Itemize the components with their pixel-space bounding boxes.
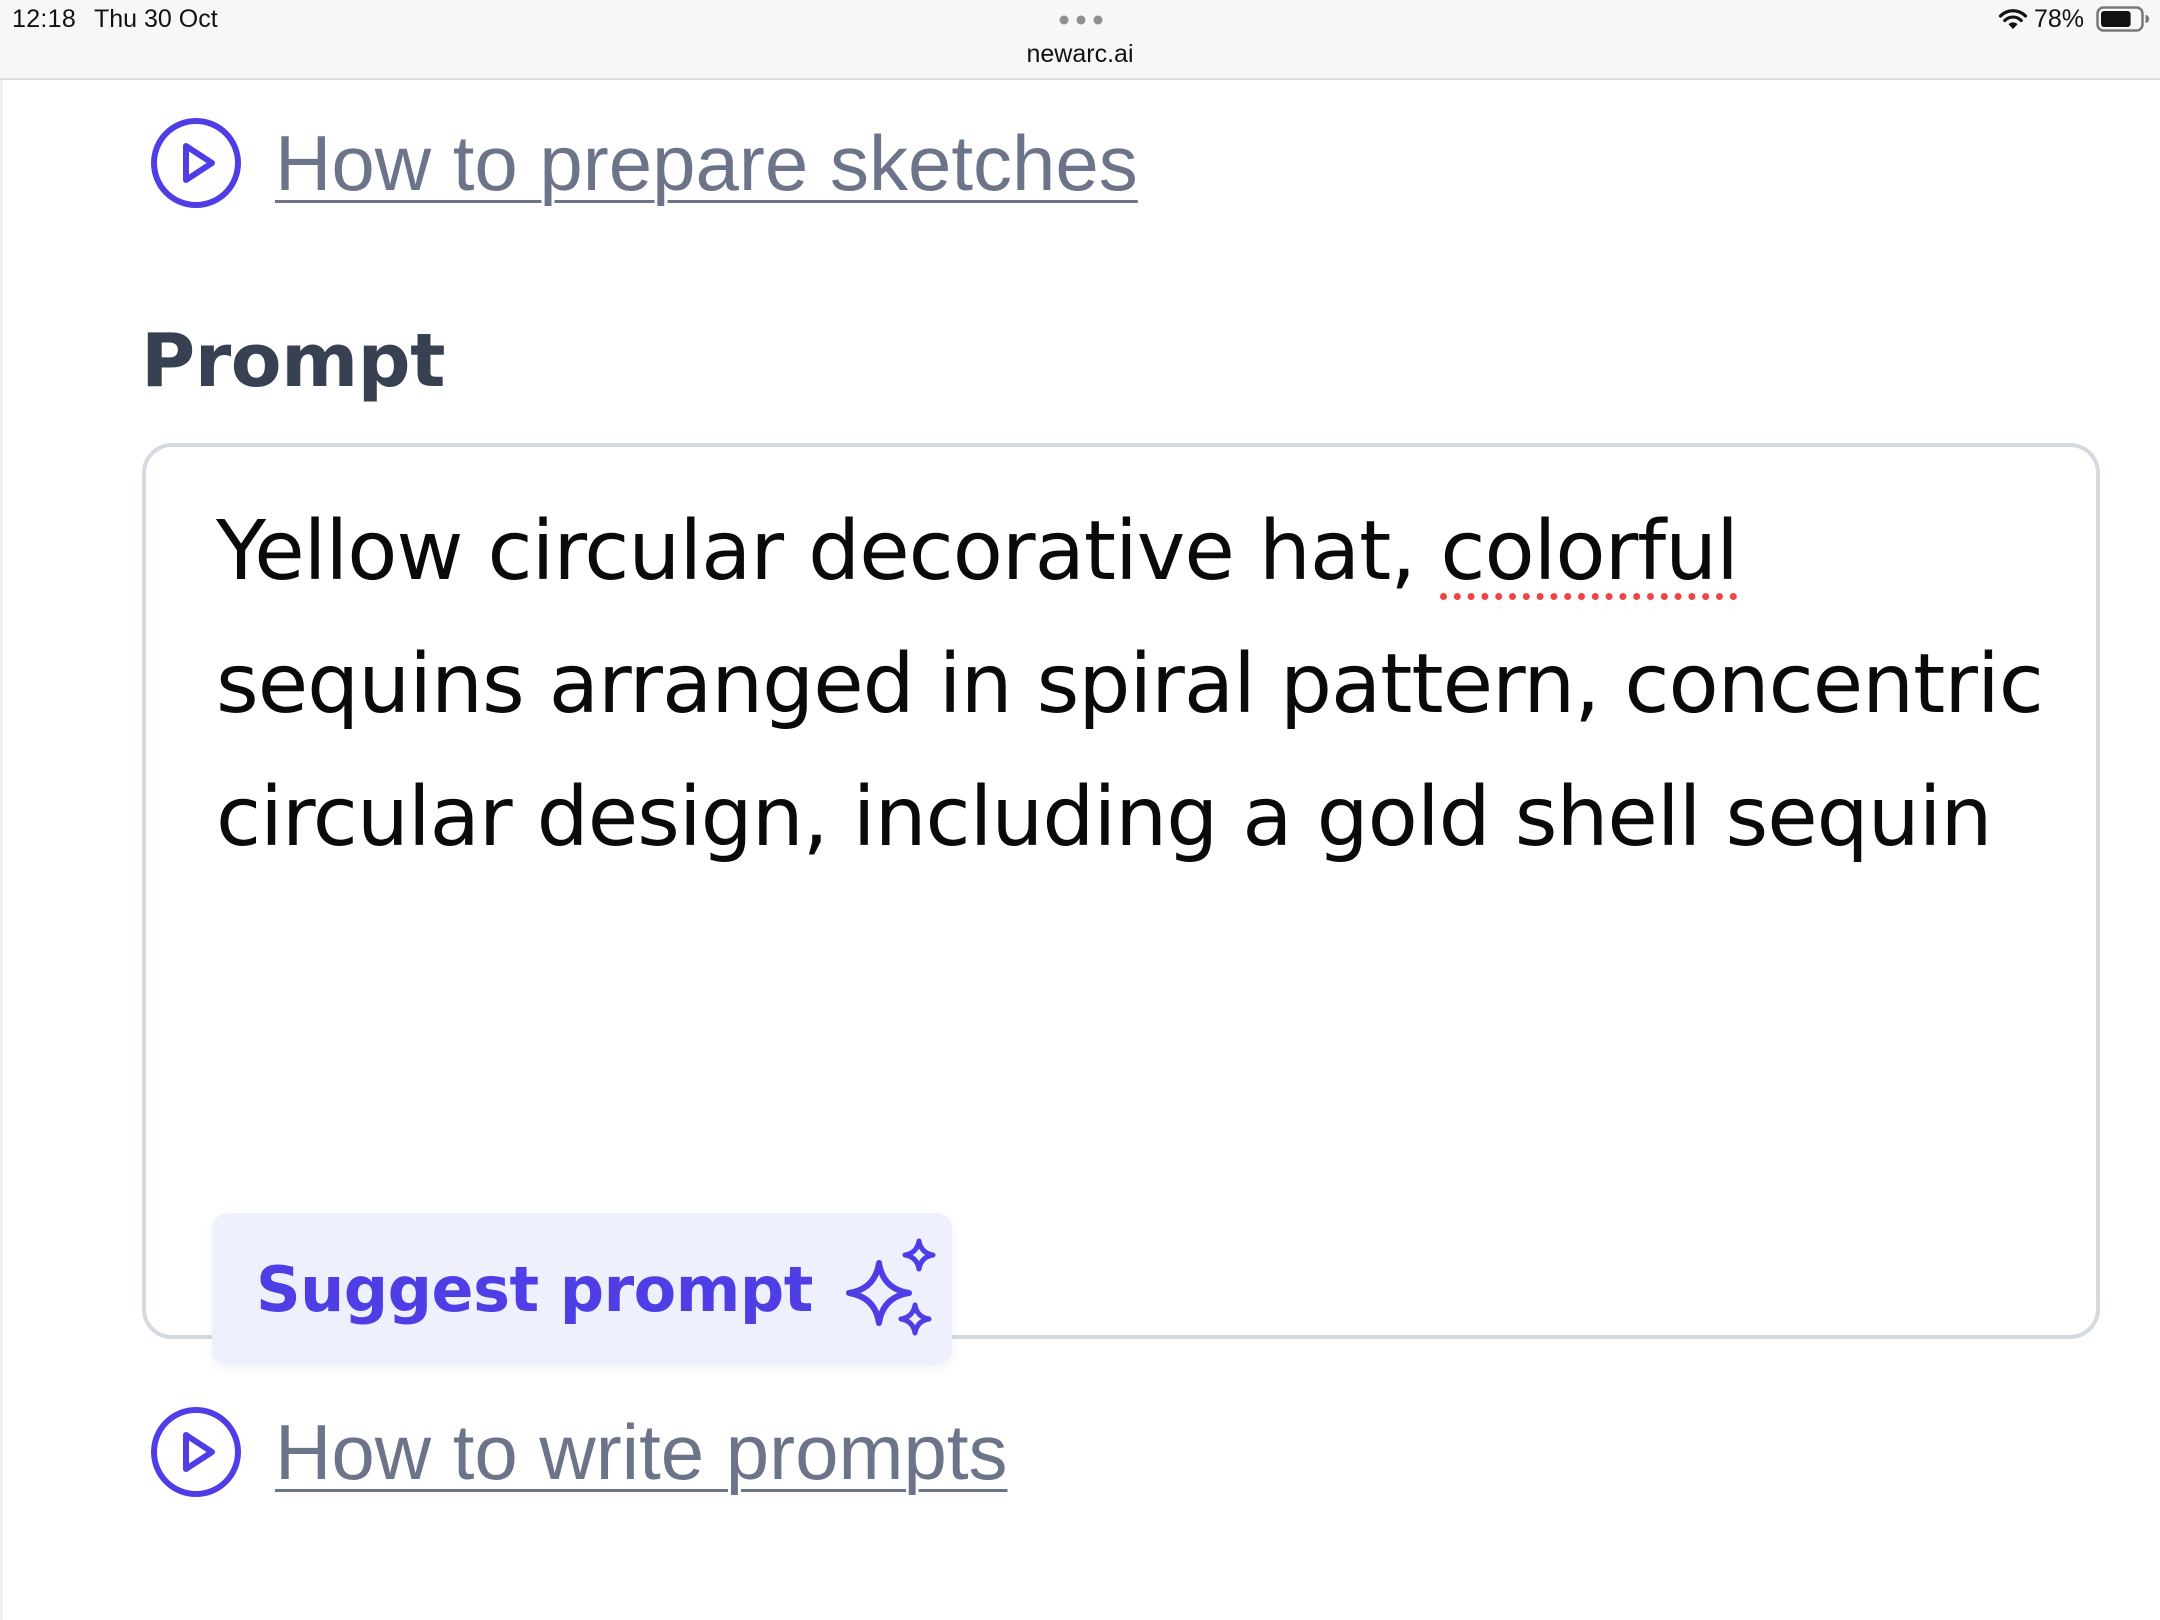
status-date: Thu 30 Oct bbox=[94, 5, 218, 33]
wifi-icon bbox=[1998, 9, 2028, 29]
prompt-text-end: sequins arranged in spiral pattern, conc… bbox=[216, 637, 2044, 865]
spellcheck-word[interactable]: colorful bbox=[1440, 504, 1739, 599]
write-prompts-link-label[interactable]: How to write prompts bbox=[275, 1407, 1008, 1498]
page-content: How to prepare sketches Prompt Yellow ci… bbox=[0, 80, 2160, 1620]
battery-icon bbox=[2096, 6, 2149, 32]
write-prompts-link[interactable]: How to write prompts bbox=[149, 1405, 1008, 1499]
status-time: 12:18 bbox=[12, 5, 77, 33]
suggest-prompt-label: Suggest prompt bbox=[256, 1252, 813, 1326]
more-dots-icon[interactable] bbox=[1058, 14, 1104, 26]
battery-percent: 78% bbox=[2034, 5, 2085, 33]
status-bar: 12:18 Thu 30 Oct newarc.ai 78% bbox=[0, 0, 2160, 80]
prompt-text-start: Yellow circular decorative hat, bbox=[216, 504, 1441, 599]
suggest-prompt-button[interactable]: Suggest prompt bbox=[212, 1213, 952, 1365]
play-circle-icon bbox=[151, 118, 241, 208]
prompt-text[interactable]: Yellow circular decorative hat, colorful… bbox=[216, 485, 2056, 884]
prompt-heading: Prompt bbox=[141, 318, 446, 404]
prepare-sketches-link[interactable]: How to prepare sketches bbox=[149, 116, 1138, 210]
prompt-textarea[interactable]: Yellow circular decorative hat, colorful… bbox=[142, 443, 2100, 1365]
sparkle-icon bbox=[845, 1238, 936, 1336]
play-circle-icon bbox=[151, 1407, 241, 1497]
address-bar-url[interactable]: newarc.ai bbox=[0, 40, 2160, 69]
prepare-sketches-link-label[interactable]: How to prepare sketches bbox=[275, 118, 1138, 209]
